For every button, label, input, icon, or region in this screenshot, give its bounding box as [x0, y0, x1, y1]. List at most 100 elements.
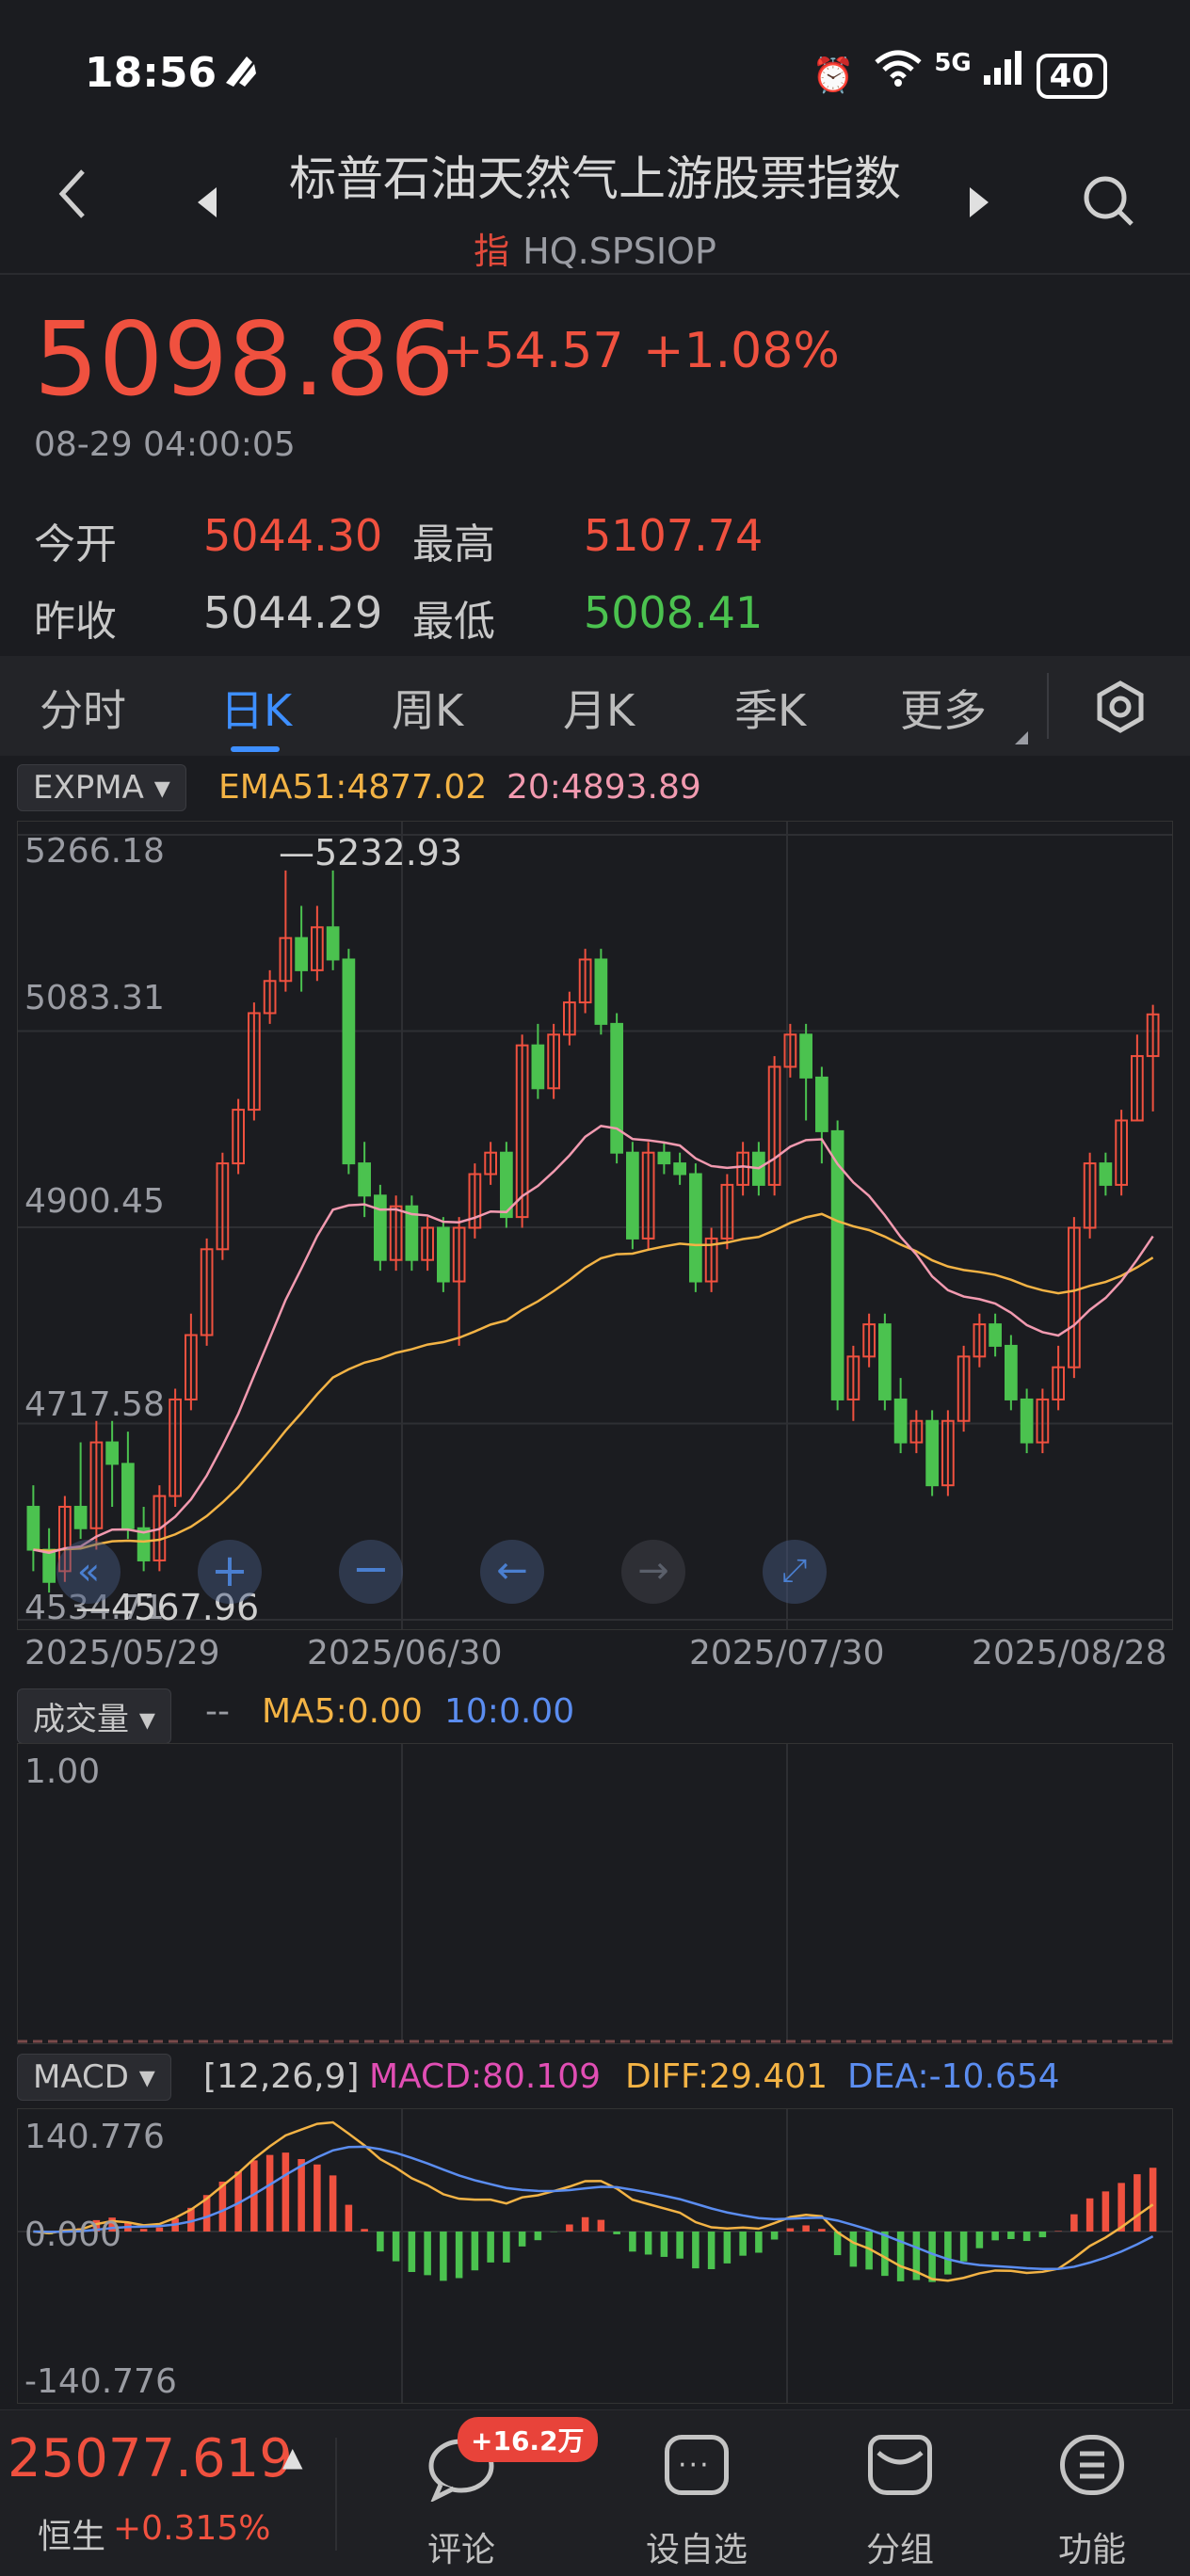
function-icon-glyph [1080, 2451, 1104, 2479]
candle-body [342, 958, 356, 1165]
candle-body [326, 926, 340, 961]
candle-body [531, 1044, 545, 1090]
kline-x-label: 2025/08/28 [972, 1634, 1167, 1672]
fullscreen-button[interactable]: ⤢ [763, 1540, 827, 1604]
volume-selector-label: 成交量 [33, 1701, 129, 1738]
zoom-out-button[interactable]: − [339, 1540, 403, 1604]
nav-comment[interactable]: 评论 [386, 2522, 537, 2571]
high-value: 5107.74 [584, 510, 764, 561]
candle-body [657, 1151, 671, 1165]
signal-icon [982, 51, 1036, 95]
volume-selector[interactable]: 成交量 ▾ [17, 1688, 171, 1744]
nav-group[interactable]: 分组 [825, 2522, 975, 2571]
tab-more[interactable]: 更多 [900, 677, 987, 739]
volume-dash: -- [205, 1692, 230, 1731]
tab-monthly-k[interactable]: 月K [563, 677, 635, 739]
tab-quarterly-k[interactable]: 季K [734, 677, 806, 739]
volume-y-label: 1.00 [24, 1752, 101, 1791]
period-tabbar: 分时 日K 周K 月K 季K 更多 [0, 656, 1190, 756]
caret-down-icon: ▾ [138, 1701, 155, 1738]
macd-y-label: -140.776 [24, 2362, 177, 2401]
macd-diff: DIFF:29.401 [625, 2057, 828, 2096]
candle-body [673, 1162, 686, 1176]
caret-down-icon: ▾ [153, 769, 170, 807]
search-button[interactable] [1081, 173, 1137, 233]
code-text: HQ.SPSIOP [523, 231, 716, 272]
macd-chart [18, 2109, 1172, 2403]
candle-body [626, 1151, 639, 1240]
macd-selector[interactable]: MACD ▾ [17, 2054, 171, 2101]
tab-weekly-k[interactable]: 周K [392, 677, 463, 739]
hsi-pct: +0.315% [113, 2509, 271, 2548]
macd-dea: DEA:-10.654 [847, 2057, 1060, 2096]
kline-chart-panel[interactable] [17, 821, 1173, 1630]
prev-close-label: 昨收 [34, 598, 117, 646]
kline-y-label: 4900.45 [24, 1182, 165, 1221]
macd-value: MACD:80.109 [369, 2057, 602, 2096]
candle-body [893, 1398, 908, 1444]
open-label: 今开 [34, 520, 117, 568]
low-label: 最低 [412, 598, 495, 646]
page-title: 标普石油天然气上游股票指数 [289, 152, 901, 206]
candle-body [105, 1441, 119, 1465]
candle-body [42, 1548, 56, 1583]
high-label: 最高 [412, 520, 495, 568]
candle-body [437, 1226, 450, 1283]
candle-body [830, 1129, 844, 1400]
indicator-selector[interactable]: EXPMA ▾ [17, 764, 186, 811]
diff-line [33, 2120, 1154, 2282]
macd-selector-label: MACD [33, 2058, 129, 2096]
scroll-left-end-button[interactable]: « [56, 1540, 121, 1604]
scroll-right-button[interactable]: → [621, 1540, 685, 1604]
kline-x-label: 2025/07/30 [689, 1634, 885, 1672]
candle-body [594, 958, 608, 1025]
nav-function[interactable]: 功能 [1017, 2522, 1167, 2571]
bottom-divider [335, 2438, 337, 2551]
kline-y-label: 4717.58 [24, 1385, 165, 1424]
candle-body [925, 1419, 939, 1487]
macd-y-label: 140.776 [24, 2118, 165, 2156]
dea-line [33, 2145, 1154, 2271]
candle-body [358, 1162, 371, 1197]
app-notification-icon [218, 51, 260, 96]
alarm-icon: ⏰ [812, 56, 855, 95]
candle-body [1099, 1162, 1113, 1186]
candle-body [73, 1505, 88, 1529]
volume-chart-panel[interactable] [17, 1743, 1173, 2044]
nav-add-watchlist[interactable]: 设自选 [621, 2522, 772, 2571]
next-stock-button[interactable] [966, 184, 992, 225]
candle-body [374, 1194, 387, 1261]
active-tab-indicator [231, 746, 280, 752]
kline-y-label: 5266.18 [24, 832, 165, 871]
zoom-in-button[interactable]: + [198, 1540, 262, 1604]
group-icon[interactable] [868, 2435, 932, 2495]
chart-settings-button[interactable] [1094, 680, 1147, 737]
candle-body [815, 1076, 828, 1132]
add-watchlist-icon[interactable]: ··· [665, 2435, 729, 2495]
last-price: 5098.86 [34, 301, 455, 419]
wifi-icon [873, 50, 934, 95]
price-change: +54.57 [442, 323, 624, 379]
open-value: 5044.30 [203, 510, 383, 561]
hsi-value[interactable]: 25077.619 [8, 2428, 293, 2489]
kline-max-label: —5232.93 [279, 832, 463, 873]
battery-indicator: 40 [1036, 54, 1107, 99]
candle-body [295, 936, 308, 971]
function-icon[interactable] [1060, 2435, 1124, 2495]
macd-chart-panel[interactable] [17, 2108, 1173, 2404]
low-value: 5008.41 [584, 587, 764, 638]
dots-glyph: ··· [678, 2449, 711, 2482]
candle-body [1020, 1398, 1034, 1444]
tab-daily-k[interactable]: 日K [220, 677, 292, 739]
status-icons: ⏰ 5G 40 [812, 49, 1107, 99]
candle-body [989, 1323, 1002, 1347]
candle-body [26, 1505, 40, 1551]
index-badge: 指 [474, 231, 510, 272]
prev-close-value: 5044.29 [203, 587, 383, 638]
kline-chart [18, 822, 1172, 1629]
indicator-selector-label: EXPMA [33, 769, 144, 807]
candle-body [1005, 1344, 1018, 1400]
tab-intraday[interactable]: 分时 [40, 677, 126, 739]
kline-max-value: 5232.93 [314, 832, 463, 873]
scroll-left-button[interactable]: ← [480, 1540, 544, 1604]
